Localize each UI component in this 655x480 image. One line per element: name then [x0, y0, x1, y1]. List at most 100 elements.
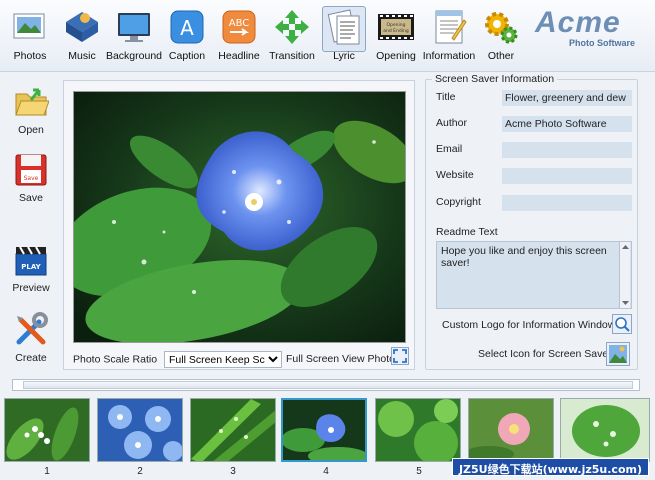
monitor-icon: [118, 13, 150, 42]
readme-label: Readme Text: [436, 226, 498, 238]
blue-flower-thumb: [283, 400, 365, 460]
title-row: Title Flower, greenery and dew: [436, 90, 636, 106]
blue-flower-photo: [74, 92, 405, 342]
toolbar-information[interactable]: Information: [419, 6, 479, 70]
toolbar-background-label: Background: [105, 50, 163, 62]
website-field[interactable]: [502, 168, 632, 184]
save-icon-text: Save: [24, 175, 39, 182]
thumbnail-1-number: 1: [44, 466, 50, 477]
email-field[interactable]: [502, 142, 632, 158]
thumbnail-5[interactable]: [375, 398, 461, 462]
toolbar-background[interactable]: Background: [104, 6, 164, 70]
readme-textarea[interactable]: Hope you like and enjoy this screen save…: [436, 241, 632, 309]
toolbar-caption[interactable]: A Caption: [157, 6, 217, 70]
open-label: Open: [18, 124, 44, 136]
forget-me-not-thumb: [98, 399, 182, 461]
thumbnail-3-number: 3: [230, 466, 236, 477]
toolbar-other-label: Other: [487, 50, 515, 62]
save-label: Save: [19, 192, 43, 204]
thumbnail-7[interactable]: [560, 398, 650, 462]
photos-icon: [13, 13, 45, 39]
headline-icon: ABC: [222, 10, 256, 44]
open-button[interactable]: Open: [4, 84, 58, 136]
author-row: Author Acme Photo Software: [436, 116, 636, 132]
toolbar-other[interactable]: Other: [471, 6, 531, 70]
picture-icon: [609, 345, 627, 363]
svg-text:A: A: [180, 16, 194, 40]
photo-scale-label: Photo Scale Ratio: [73, 353, 158, 366]
toolbar-lyric[interactable]: Lyric: [314, 6, 374, 70]
title-field[interactable]: Flower, greenery and dew: [502, 90, 632, 106]
caption-icon: A: [170, 10, 204, 44]
left-sidebar: Open Save Save PLAY Preview Create: [0, 72, 62, 377]
photo-scale-select[interactable]: Full Screen Keep Scale: [163, 351, 282, 368]
email-row: Email: [436, 142, 636, 158]
music-icon: [66, 12, 98, 42]
thumbnail-2[interactable]: [97, 398, 183, 462]
toolbar-opening-label: Opening: [376, 50, 416, 62]
lily-of-valley-thumb: [5, 399, 89, 461]
toolbar-headline[interactable]: ABC Headline: [209, 6, 269, 70]
toolbar-music[interactable]: Music: [52, 6, 112, 70]
photo-scale-ratio: Photo Scale Ratio Full Screen Keep Scale: [73, 351, 282, 368]
magnifier-icon: [615, 317, 630, 332]
website-label: Website: [436, 169, 474, 181]
scroll-down-icon: [622, 301, 629, 305]
play-icon-text: PLAY: [21, 263, 41, 271]
copyright-field[interactable]: [502, 195, 632, 211]
create-tools-icon: [16, 312, 48, 345]
open-folder-icon: [15, 88, 49, 116]
thumbnail-scrollbar[interactable]: [12, 379, 640, 391]
toolbar-transition-label: Transition: [269, 50, 315, 62]
preview-photo: [73, 91, 406, 343]
title-label: Title: [436, 91, 456, 103]
author-field[interactable]: Acme Photo Software: [502, 116, 632, 132]
clapperboard-play-icon: PLAY: [15, 246, 47, 276]
readme-scrollbar[interactable]: [619, 242, 630, 308]
expand-icon: [393, 349, 407, 363]
thumbnail-2-number: 2: [137, 466, 143, 477]
logo-text: Acme: [535, 6, 621, 39]
toolbar-lyric-label: Lyric: [333, 50, 355, 62]
author-label: Author: [436, 117, 467, 129]
create-label: Create: [15, 352, 47, 364]
opening-icon-line2: and Ending: [383, 28, 409, 34]
toolbar-caption-label: Caption: [168, 50, 206, 62]
gears-icon: [485, 12, 518, 44]
website-row: Website: [436, 168, 636, 184]
save-disk-icon: Save: [15, 154, 47, 186]
acme-logo: Acme Photo Software: [535, 8, 645, 58]
custom-logo-button[interactable]: [612, 314, 632, 334]
screen-saver-information: Screen Saver Information Title Flower, g…: [425, 73, 638, 370]
photo-preview-panel: Photo Scale Ratio Full Screen Keep Scale…: [63, 80, 415, 370]
scroll-up-icon: [622, 245, 629, 249]
thumbnail-3[interactable]: [190, 398, 276, 462]
toolbar-headline-label: Headline: [218, 50, 260, 62]
toolbar-opening[interactable]: Opening and Ending Opening: [366, 6, 426, 70]
create-button[interactable]: Create: [4, 312, 58, 364]
thumbnail-5-number: 5: [416, 466, 422, 477]
thumbnail-4-selected[interactable]: [281, 398, 367, 462]
toolbar-transition[interactable]: Transition: [262, 6, 322, 70]
transition-arrows-icon: [275, 10, 309, 44]
save-button[interactable]: Save Save: [4, 152, 58, 204]
grass-dew-thumb: [191, 399, 275, 461]
toolbar-photos-label: Photos: [13, 50, 47, 62]
full-screen-button[interactable]: [391, 347, 409, 365]
lyric-notes-icon: [327, 9, 360, 45]
select-icon-label: Select Icon for Screen Saver: [478, 348, 612, 360]
custom-logo-label: Custom Logo for Information Window: [442, 319, 616, 331]
toolbar-photos[interactable]: Photos: [0, 6, 60, 70]
preview-label: Preview: [12, 282, 50, 294]
thumbnail-4-number: 4: [323, 466, 329, 477]
preview-button[interactable]: PLAY Preview: [4, 242, 58, 294]
thumbnail-1[interactable]: [4, 398, 90, 462]
logo-subtext: Photo Software: [569, 38, 636, 48]
copyright-label: Copyright: [436, 196, 481, 208]
green-leaves-thumb: [376, 399, 460, 461]
pink-flower-thumb: [469, 399, 553, 461]
thumbnail-6[interactable]: [468, 398, 554, 462]
dew-leaf-thumb: [561, 399, 649, 461]
select-icon-button[interactable]: [606, 342, 630, 366]
scrollbar-thumb[interactable]: [23, 381, 633, 389]
